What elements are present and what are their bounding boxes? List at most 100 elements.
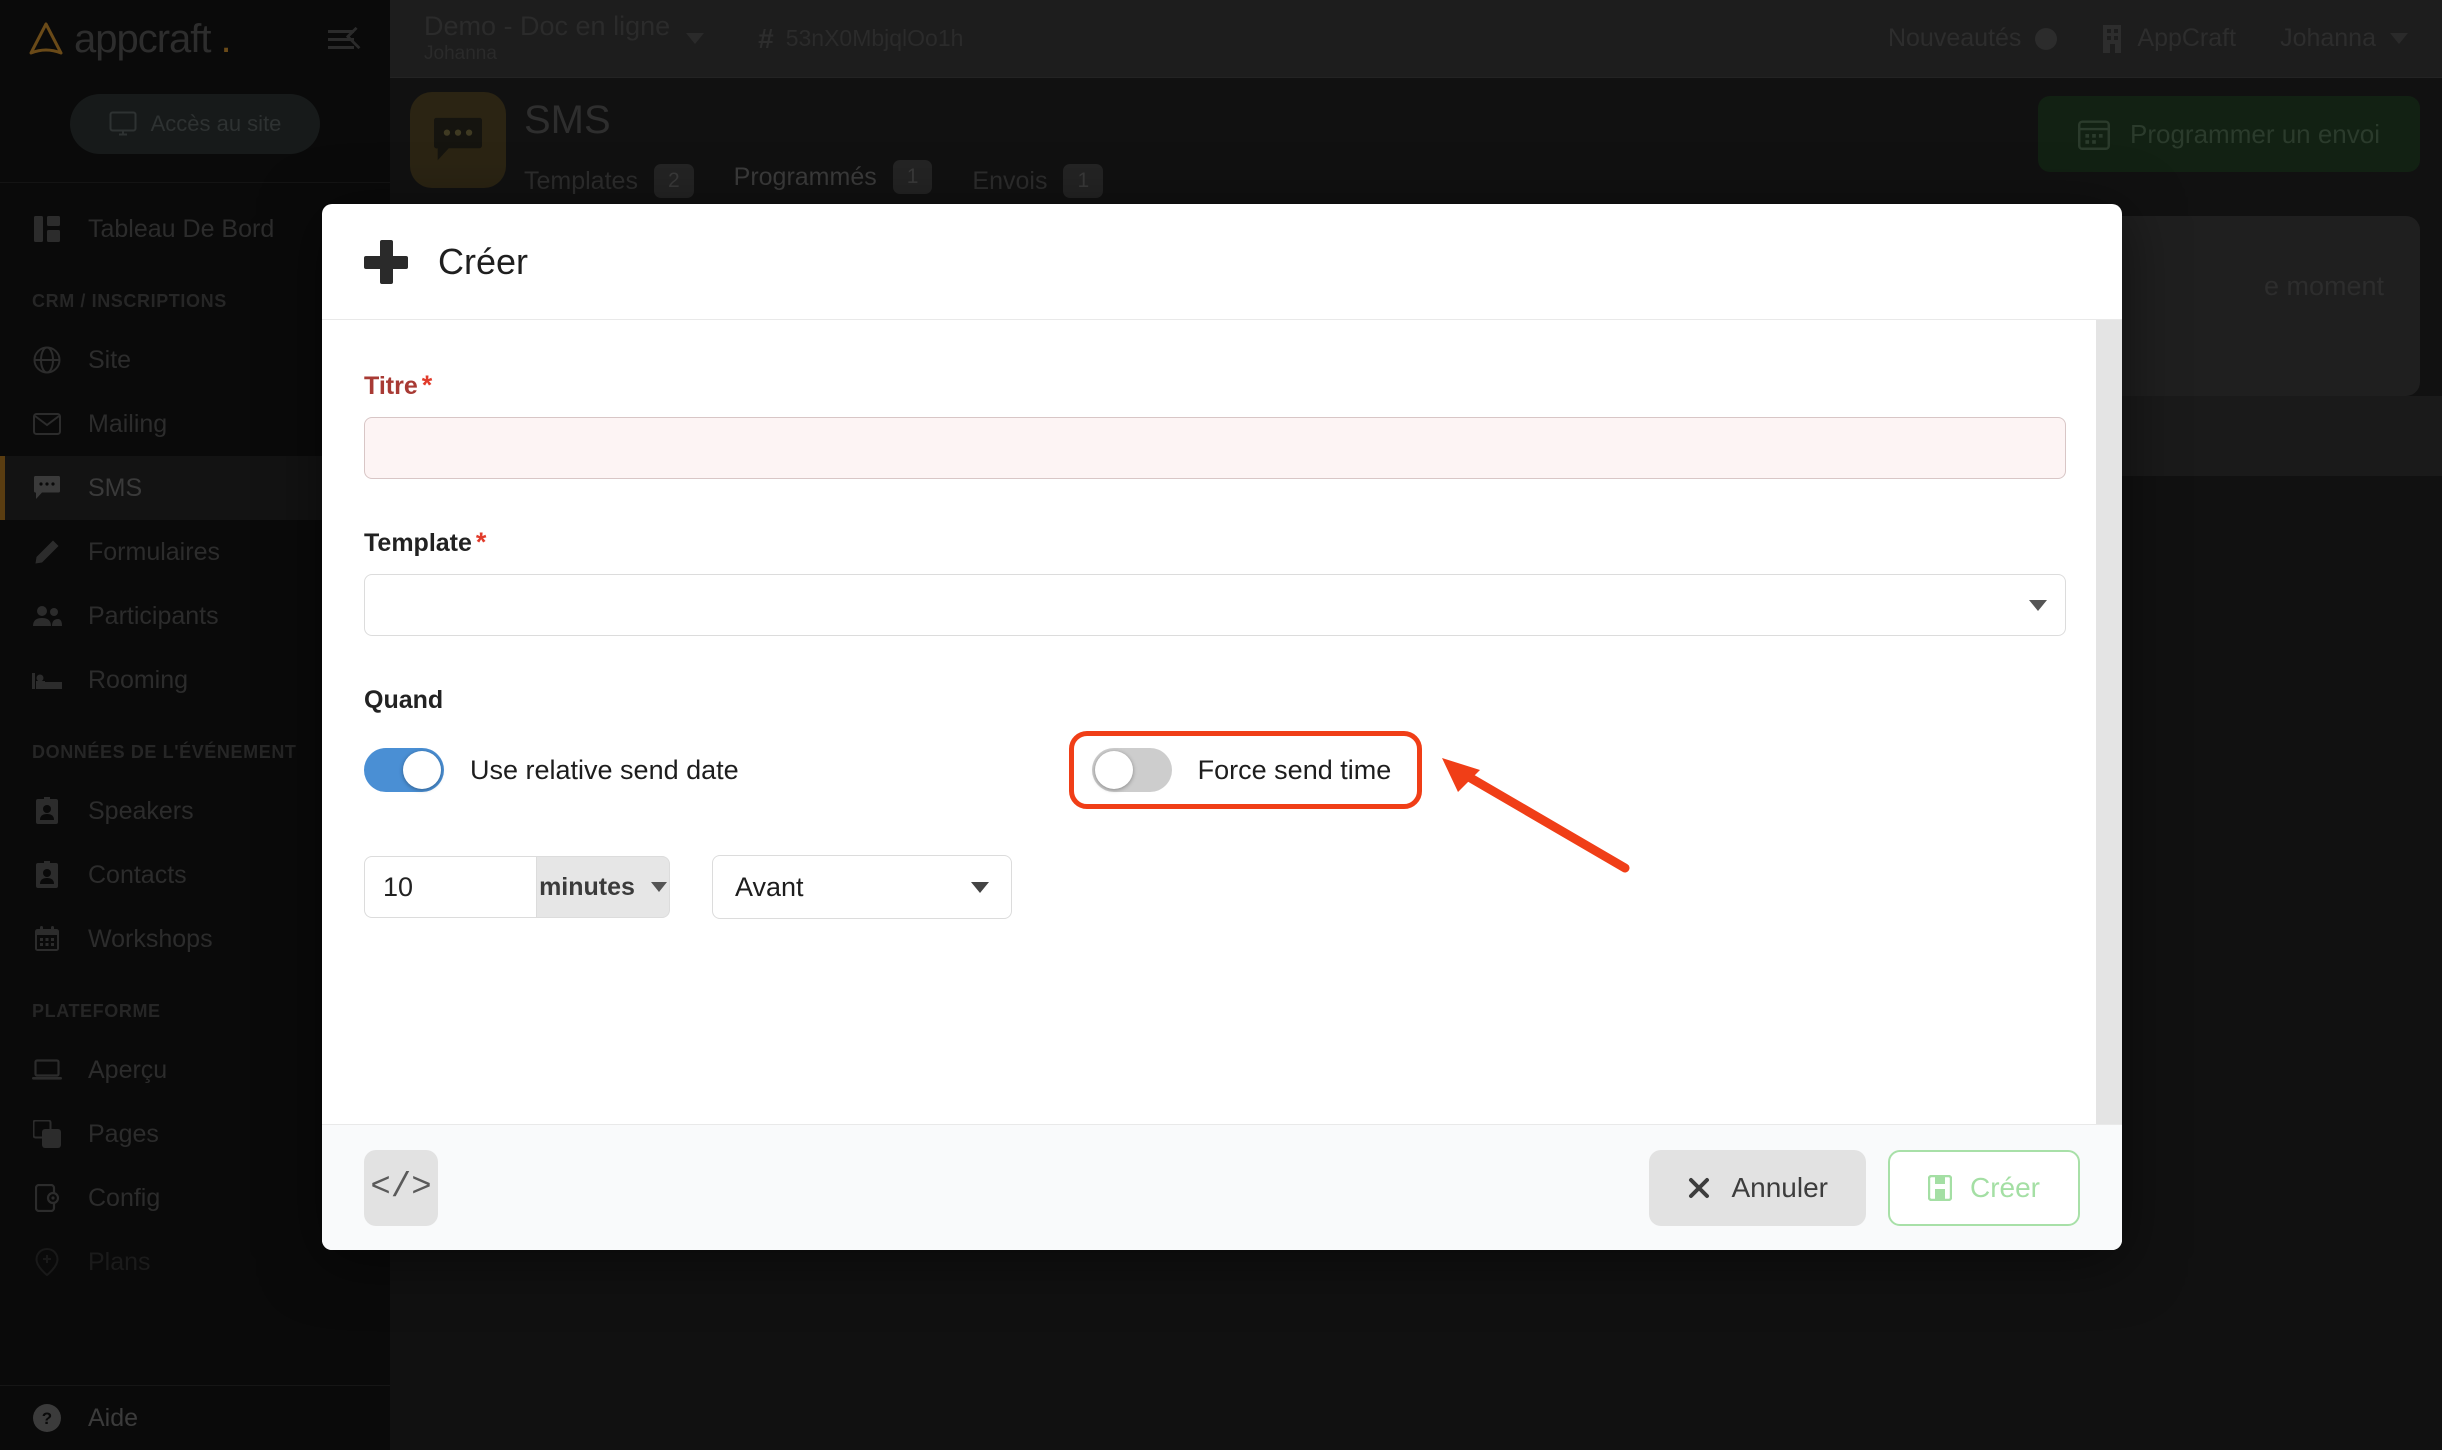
page-header: SMS Templates 2 Programmés 1 Envois 1 Pr… [390,78,2442,200]
calendar-icon [2078,118,2110,150]
user-label: Johanna [2280,24,2376,53]
globe-icon [32,345,62,375]
map-pin-icon [32,1247,62,1277]
titre-label: Titre * [364,372,2080,401]
org-button[interactable]: AppCraft [2101,24,2236,53]
force-send-time-toggle[interactable] [1092,748,1172,792]
id-card-icon [32,860,62,890]
tab-programmes[interactable]: Programmés 1 [734,160,933,210]
create-button[interactable]: Créer [1888,1150,2080,1226]
news-label: Nouveautés [1888,24,2021,53]
required-asterisk: * [422,372,433,399]
chat-bubble-icon [432,116,484,164]
page-icon [410,92,506,188]
tab-count-badge: 1 [1063,164,1103,198]
hash-icon: # [758,23,774,55]
building-icon [2101,25,2123,53]
page-title: SMS [524,98,611,143]
user-menu[interactable]: Johanna [2280,24,2408,53]
sidebar-item-label: Rooming [88,666,188,695]
when-toggles-row: Use relative send date Force send time [364,731,2080,809]
app-root: appcraft . Accès au site Tableau De Bord [0,0,2442,1450]
topbar: Demo - Doc en ligne Johanna # 53nX0Mbjql… [390,0,2442,78]
quand-label-text: Quand [364,686,443,715]
sidebar-item-label: Formulaires [88,538,220,567]
page-tabs: Templates 2 Programmés 1 Envois 1 [524,160,1103,210]
chevron-down-icon [2029,600,2047,611]
sidebar-item-label: Site [88,346,131,375]
use-relative-send-date-label: Use relative send date [470,755,739,786]
tab-count-badge: 2 [654,164,694,198]
offset-amount-group: minutes [364,856,670,918]
modal-footer-actions: Annuler Créer [1649,1150,2080,1226]
id-card-icon [32,796,62,826]
pencil-icon [32,537,62,567]
background-empty-text: e moment [2264,271,2384,302]
sidebar-item-label: Config [88,1184,160,1213]
topbar-right: Nouveautés AppCraft Johanna [1888,24,2408,53]
modal-scrollbar[interactable] [2096,320,2122,1124]
news-button[interactable]: Nouveautés [1888,24,2057,53]
modal-title: Créer [438,241,528,283]
sidebar-item-label: Participants [88,602,219,631]
force-send-time-label: Force send time [1198,755,1392,786]
required-asterisk: * [476,529,487,556]
offset-position-select[interactable]: Avant [712,855,1012,919]
chevron-down-icon [686,33,704,44]
offset-amount-input[interactable] [364,856,536,918]
template-select[interactable] [364,574,2066,636]
save-icon [1928,1175,1952,1201]
sidebar-collapse-icon[interactable] [328,26,362,52]
calendar-icon [32,924,62,954]
laptop-icon [32,1055,62,1085]
quand-label: Quand [364,686,2080,715]
project-id[interactable]: # 53nX0MbjqlOo1h [758,23,963,55]
sidebar-item-label: Aperçu [88,1056,167,1085]
chevron-down-icon [651,882,667,892]
modal-footer: </> Annuler Créer [322,1124,2122,1250]
project-owner: Johanna [424,43,670,65]
sidebar-item-label: Speakers [88,797,194,826]
tab-label: Envois [972,167,1047,196]
sidebar-logo[interactable]: appcraft . [0,0,390,78]
offset-unit-select[interactable]: minutes [536,856,670,918]
cancel-button[interactable]: Annuler [1649,1150,1866,1226]
tab-label: Templates [524,167,638,196]
use-relative-send-date-toggle[interactable] [364,748,444,792]
bed-icon [32,665,62,695]
template-label: Template * [364,529,2080,558]
sidebar-item-label: Pages [88,1120,159,1149]
schedule-send-button[interactable]: Programmer un envoi [2038,96,2420,172]
create-label: Créer [1970,1172,2040,1204]
sidebar-item-label: SMS [88,474,142,503]
logo-text: appcraft [74,17,211,62]
copy-icon [32,1119,62,1149]
plus-icon [364,240,408,284]
offset-row: minutes Avant [364,855,2080,919]
org-label: AppCraft [2137,24,2236,53]
sidebar-item-label: Plans [88,1248,151,1277]
titre-label-text: Titre [364,372,418,401]
project-name: Demo - Doc en ligne [424,12,670,40]
chevron-down-icon [2390,33,2408,44]
logo-dot: . [221,17,231,62]
project-selector[interactable]: Demo - Doc en ligne Johanna [424,12,704,64]
sidebar-item-label: Contacts [88,861,187,890]
relative-send-date-group: Use relative send date [364,748,739,792]
tab-label: Programmés [734,163,877,192]
sidebar-item-aide[interactable]: ? Aide [0,1386,390,1450]
access-site-button[interactable]: Accès au site [70,94,320,154]
create-modal: Créer Titre * Template * Qua [322,204,2122,1250]
sidebar-item-label: Workshops [88,925,213,954]
close-icon [1687,1176,1711,1200]
project-id-value: 53nX0MbjqlOo1h [786,25,964,52]
code-view-button[interactable]: </> [364,1150,438,1226]
titre-input[interactable] [364,417,2066,479]
code-icon: </> [370,1169,431,1207]
toggle-knob [403,751,441,789]
access-site-label: Accès au site [151,111,282,137]
toggle-knob [1095,751,1133,789]
question-circle-icon: ? [32,1403,62,1433]
chat-bubble-icon [32,473,62,503]
chevron-down-icon [971,882,989,893]
